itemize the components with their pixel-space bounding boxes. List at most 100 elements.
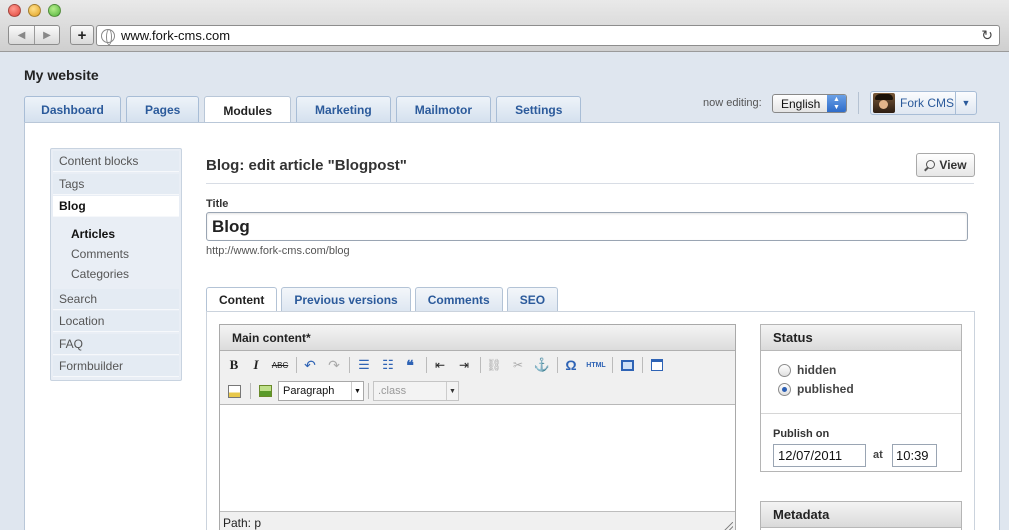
sidebar-subitem-articles[interactable]: Articles [71,227,115,241]
window-controls [8,4,61,17]
main-navigation: Dashboard Pages Modules Marketing Mailmo… [24,96,582,124]
link-icon[interactable]: ⛓ [486,357,502,373]
status-option-published[interactable]: published [778,382,854,396]
html-source-icon[interactable]: HTML [585,357,607,373]
tab-marketing[interactable]: Marketing [296,96,391,123]
sidebar-item-formbuilder[interactable]: Formbuilder [53,356,179,377]
toolbar-separator [349,357,350,373]
url-text: www.fork-cms.com [121,28,231,43]
metadata-heading: Metadata [761,502,961,528]
back-button[interactable]: ◀ [9,26,34,44]
close-window-button[interactable] [8,4,21,17]
title-label: Title [206,198,229,210]
status-box: Status hidden published Publish on 12/07… [760,324,962,472]
tab-previous-versions[interactable]: Previous versions [281,287,411,312]
insert-image-icon[interactable] [257,383,273,399]
sidebar-item-content-blocks[interactable]: Content blocks [53,151,179,172]
metadata-box: Metadata [760,501,962,530]
italic-button[interactable]: I [248,357,264,373]
toolbar-separator [426,357,427,373]
sidebar-item-faq[interactable]: FAQ [53,334,179,355]
address-bar[interactable]: www.fork-cms.com ↻ [96,25,1000,46]
globe-icon [101,28,115,45]
toolbar-separator [612,357,613,373]
sidebar-item-location[interactable]: Location [53,311,179,332]
sidebar-subitem-comments[interactable]: Comments [71,247,129,261]
tab-dashboard[interactable]: Dashboard [24,96,121,123]
user-name: Fork CMS [900,96,954,110]
unlink-icon[interactable]: ✂ [510,357,526,373]
radio-published[interactable] [778,382,791,396]
toolbar-separator [296,357,297,373]
chevron-down-icon: ▼ [446,382,458,400]
view-button[interactable]: View [916,153,975,177]
tab-seo[interactable]: SEO [506,287,559,312]
publish-time-input[interactable]: 10:39 [892,444,937,467]
fullscreen-icon[interactable] [619,357,635,373]
language-value: English [781,96,821,111]
undo-icon[interactable]: ↶ [302,357,318,373]
browser-chrome: ◀ ▶ + www.fork-cms.com ↻ [0,0,1009,52]
article-url: http://www.fork-cms.com/blog [206,245,350,257]
minimize-window-button[interactable] [28,4,41,17]
class-select[interactable]: .class ▼ [373,381,459,401]
add-bookmark-button[interactable]: + [70,25,94,45]
tab-modules[interactable]: Modules [204,96,292,124]
main-content-editor: Main content* B I ABC ↶ ↷ ☰ ☷ ❝ ⇤ ⇥ ⛓ ✂ … [219,324,736,530]
redo-icon[interactable]: ↷ [326,357,342,373]
toolbar-separator [557,357,558,373]
magnifier-icon [924,159,936,171]
anchor-icon[interactable]: ⚓ [534,357,550,373]
header-divider [858,92,859,114]
status-option-hidden[interactable]: hidden [778,363,836,377]
chevron-down-icon: ▼ [351,382,363,400]
tab-settings[interactable]: Settings [496,96,582,123]
resize-handle-icon[interactable] [724,522,733,530]
editor-toolbar: B I ABC ↶ ↷ ☰ ☷ ❝ ⇤ ⇥ ⛓ ✂ ⚓ Ω HTML Parag… [220,351,735,405]
class-select-placeholder: .class [378,385,407,397]
select-arrows-icon: ▲ ▼ [827,95,846,112]
editor-path-text: Path: p [223,515,262,530]
editor-text-area[interactable] [220,405,735,505]
at-label: at [873,449,883,461]
page-title: Blog: edit article "Blogpost" [206,157,407,174]
tab-pages[interactable]: Pages [126,96,200,123]
editor-path-bar: Path: p [220,511,735,530]
numbered-list-icon[interactable]: ☷ [380,357,396,373]
module-sidebar: Content blocks Tags Blog Articles Commen… [50,148,182,381]
radio-hidden[interactable] [778,363,791,377]
toolbar-separator [250,383,251,399]
toolbar-separator [642,357,643,373]
now-editing-label: now editing: [703,97,762,109]
special-character-icon[interactable]: Ω [563,357,579,373]
title-input[interactable] [206,212,968,241]
article-tabs: Content Previous versions Comments SEO [206,287,559,312]
template-icon[interactable] [649,357,665,373]
bold-button[interactable]: B [226,357,242,373]
tab-content[interactable]: Content [206,287,278,312]
indent-icon[interactable]: ⇥ [456,357,472,373]
chevron-down-icon[interactable]: ▼ [955,92,976,114]
format-select[interactable]: Paragraph ▼ [278,381,364,401]
bulleted-list-icon[interactable]: ☰ [356,357,372,373]
blockquote-icon[interactable]: ❝ [402,357,418,373]
tab-mailmotor[interactable]: Mailmotor [395,96,492,123]
edit-document-icon[interactable] [226,383,242,399]
outdent-icon[interactable]: ⇤ [432,357,448,373]
tab-comments[interactable]: Comments [414,287,503,312]
zoom-window-button[interactable] [48,4,61,17]
forward-button[interactable]: ▶ [34,26,59,44]
publish-date-input[interactable]: 12/07/2011 [773,444,866,467]
history-buttons: ◀ ▶ [8,25,60,45]
strikethrough-button[interactable]: ABC [270,357,290,373]
sidebar-subitem-categories[interactable]: Categories [71,267,129,281]
reload-icon[interactable]: ↻ [981,27,993,44]
sidebar-item-blog[interactable]: Blog [53,196,179,217]
format-select-value: Paragraph [283,385,335,397]
avatar [873,93,895,113]
user-menu[interactable]: Fork CMS ▼ [870,91,977,115]
language-select[interactable]: English ▲ ▼ [772,94,847,113]
status-option-label: published [797,382,854,396]
sidebar-item-search[interactable]: Search [53,289,179,310]
sidebar-item-tags[interactable]: Tags [53,174,179,195]
